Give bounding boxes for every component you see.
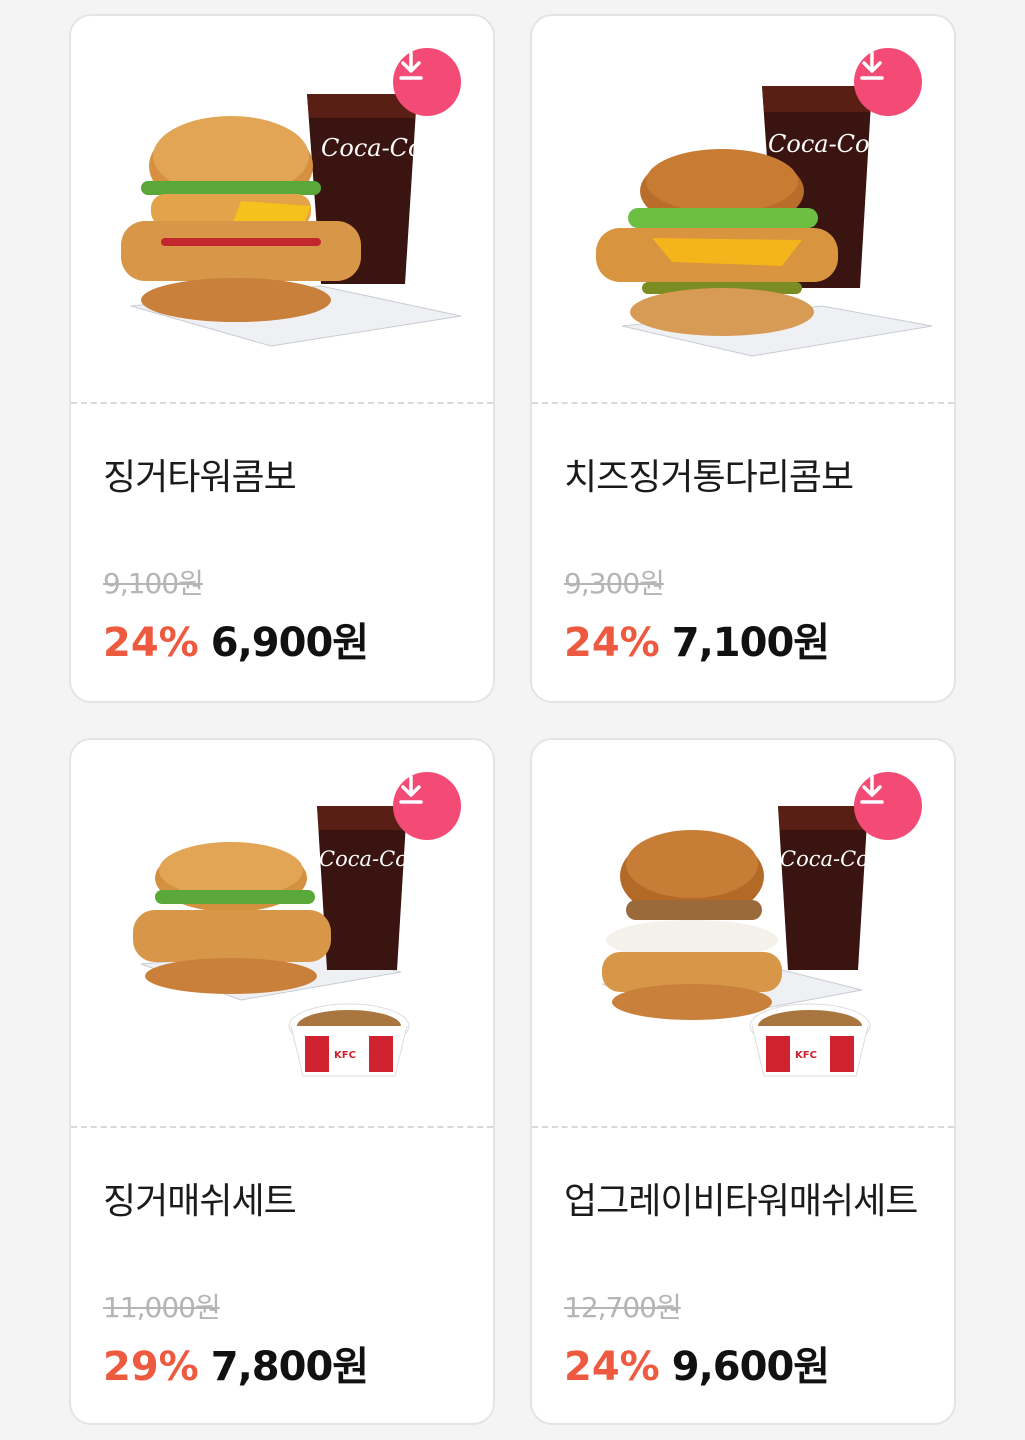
discount-rate: 24% bbox=[103, 620, 199, 666]
product-image[interactable]: Coca-Cola bbox=[532, 16, 954, 402]
dashed-divider bbox=[71, 402, 493, 404]
download-button[interactable] bbox=[854, 772, 922, 840]
svg-text:Coca-Cola: Coca-Cola bbox=[319, 847, 427, 871]
product-card[interactable]: Coca-Cola 징거타워콤보 9,100원 24% 6,900원 bbox=[69, 14, 495, 703]
price-row: 29% 7,800원 bbox=[103, 1334, 369, 1392]
svg-text:Coca-Cola: Coca-Cola bbox=[768, 130, 891, 158]
product-name: 업그레이비타워매쉬세트 bbox=[564, 1181, 918, 1222]
dashed-divider bbox=[71, 1126, 493, 1128]
discount-rate: 24% bbox=[564, 620, 660, 666]
download-button[interactable] bbox=[854, 48, 922, 116]
dashed-divider bbox=[532, 402, 954, 404]
svg-text:Coca-Cola: Coca-Cola bbox=[321, 134, 444, 162]
product-grid: Coca-Cola 징거타워콤보 9,100원 24% 6,900원 Coca-… bbox=[0, 0, 1025, 1440]
dashed-divider bbox=[532, 1126, 954, 1128]
original-price: 11,000원 bbox=[103, 1291, 221, 1324]
product-image[interactable]: Coca-Cola bbox=[71, 16, 493, 402]
original-price: 9,300원 bbox=[564, 567, 665, 600]
sale-price: 6,900원 bbox=[210, 620, 369, 666]
download-button[interactable] bbox=[393, 772, 461, 840]
price-row: 24% 9,600원 bbox=[564, 1334, 830, 1392]
download-icon bbox=[399, 51, 423, 80]
price-row: 24% 7,100원 bbox=[564, 610, 830, 668]
download-icon bbox=[399, 775, 423, 804]
download-button[interactable] bbox=[393, 48, 461, 116]
discount-rate: 29% bbox=[103, 1344, 199, 1390]
product-name: 징거매쉬세트 bbox=[103, 1181, 297, 1222]
product-card[interactable]: Coca-Cola 치즈징거통다리콤보 9,300원 24% 7,100원 bbox=[530, 14, 956, 703]
sale-price: 7,100원 bbox=[671, 620, 830, 666]
svg-text:KFC: KFC bbox=[795, 1050, 817, 1061]
svg-text:Coca-Cola: Coca-Cola bbox=[780, 847, 888, 871]
discount-rate: 24% bbox=[564, 1344, 660, 1390]
product-image[interactable]: Coca-Cola KFC bbox=[532, 740, 954, 1126]
original-price: 12,700원 bbox=[564, 1291, 682, 1324]
svg-text:KFC: KFC bbox=[334, 1050, 356, 1061]
sale-price: 9,600원 bbox=[671, 1344, 830, 1390]
product-image[interactable]: Coca-Cola KFC bbox=[71, 740, 493, 1126]
download-icon bbox=[860, 51, 884, 80]
original-price: 9,100원 bbox=[103, 567, 204, 600]
product-card[interactable]: Coca-Cola KFC 징거매쉬세트 11,000원 29% 7,800원 bbox=[69, 738, 495, 1425]
sale-price: 7,800원 bbox=[210, 1344, 369, 1390]
download-icon bbox=[860, 775, 884, 804]
product-name: 치즈징거통다리콤보 bbox=[564, 457, 854, 498]
price-row: 24% 6,900원 bbox=[103, 610, 369, 668]
product-card[interactable]: Coca-Cola KFC 업그레이비타워매쉬세트 12,700원 24% 9,… bbox=[530, 738, 956, 1425]
product-name: 징거타워콤보 bbox=[103, 457, 297, 498]
